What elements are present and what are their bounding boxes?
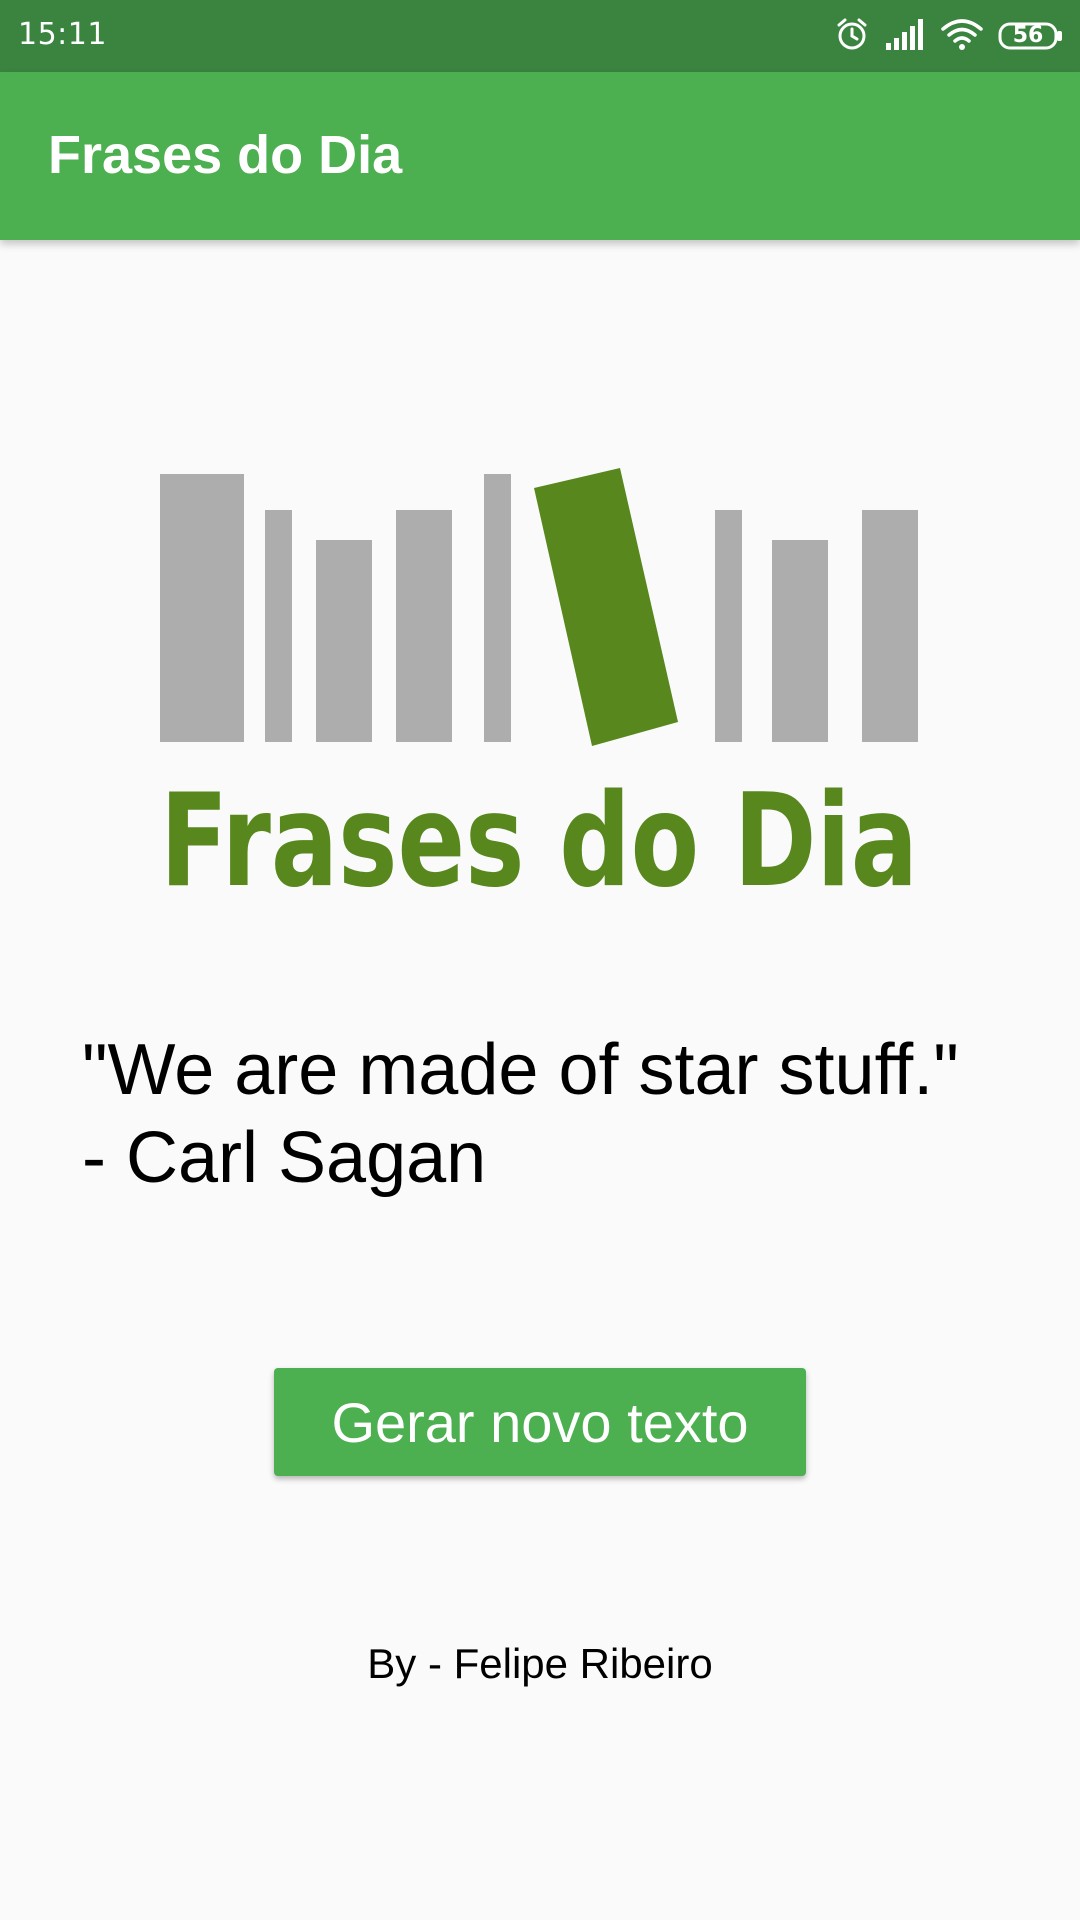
quote-author: - Carl Sagan bbox=[82, 1118, 487, 1198]
app-bar: Frases do Dia bbox=[0, 72, 1080, 240]
status-time: 15:11 bbox=[18, 17, 107, 52]
logo-tilted-book bbox=[534, 468, 678, 746]
app-logo: Frases do Dia bbox=[150, 460, 930, 916]
signal-icon bbox=[884, 17, 926, 56]
logo-books bbox=[160, 474, 918, 742]
battery-level: 56 bbox=[1012, 23, 1044, 48]
app-title: Frases do Dia bbox=[48, 125, 403, 185]
quote-body: "We are made of star stuff." bbox=[82, 1030, 959, 1110]
status-bar: 15:11 56 bbox=[0, 0, 1080, 72]
generate-new-text-button[interactable]: Gerar novo texto bbox=[274, 1368, 806, 1476]
status-icons: 56 bbox=[834, 14, 1064, 58]
alarm-icon bbox=[834, 16, 870, 57]
logo-text: Frases do Dia bbox=[160, 767, 918, 900]
author-credit: By - Felipe Ribeiro bbox=[367, 1640, 713, 1687]
battery-icon: 56 bbox=[998, 21, 1064, 51]
quote-text: "We are made of star stuff." - Carl Saga… bbox=[82, 1026, 1022, 1202]
wifi-icon bbox=[940, 17, 984, 56]
